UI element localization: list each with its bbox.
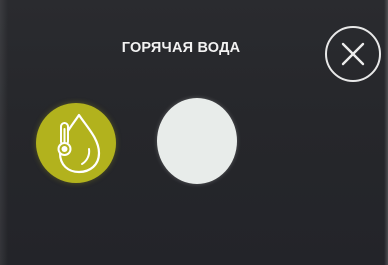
screen-title: ГОРЯЧАЯ ВОДА bbox=[121, 40, 241, 56]
close-button[interactable] bbox=[325, 26, 381, 82]
close-icon bbox=[341, 42, 365, 66]
display-bezel-left bbox=[0, 0, 8, 265]
thermometer-droplet-icon bbox=[57, 113, 101, 174]
hot-water-screen: ГОРЯЧАЯ ВОДА bbox=[0, 0, 388, 265]
hot-water-mode-button[interactable] bbox=[36, 103, 116, 183]
display-bezel-right bbox=[384, 0, 388, 265]
secondary-mode-button[interactable] bbox=[157, 98, 237, 184]
